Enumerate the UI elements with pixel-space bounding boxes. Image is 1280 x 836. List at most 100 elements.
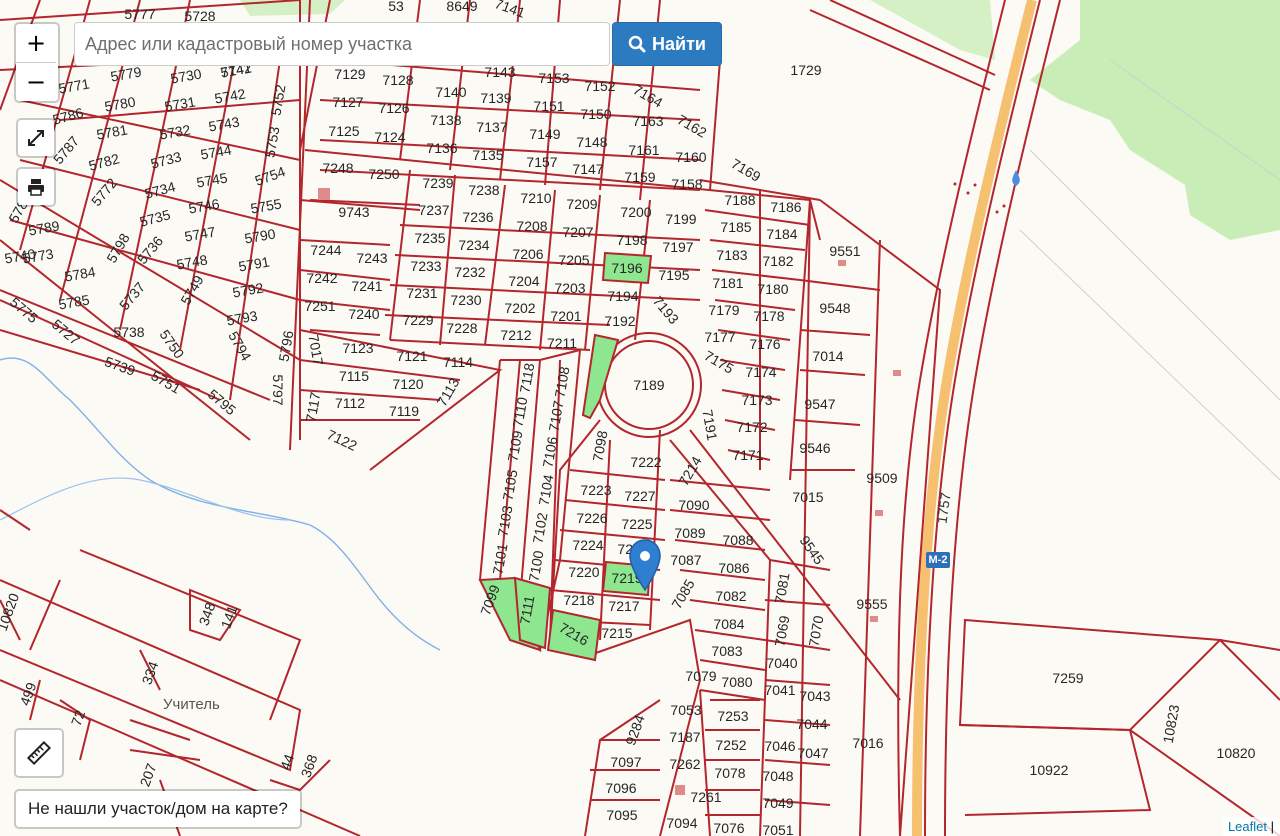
plot-label[interactable]: 5728 [184,9,215,23]
plot-label[interactable]: 7148 [576,135,607,149]
plot-label[interactable]: 7171 [732,448,763,462]
plot-label[interactable]: 7076 [713,821,744,835]
plot-label[interactable]: 7051 [762,823,793,836]
plot-label[interactable]: 7140 [435,85,466,99]
plot-label[interactable]: 7252 [715,738,746,752]
cadastral-map[interactable]: 5777 5728 5771 5779 5730 5741 5786 5780 5731 5742… [0,0,1280,836]
plot-label[interactable]: 7251 [304,299,335,313]
plot-label[interactable]: 7161 [628,143,659,157]
not-found-button[interactable]: Не нашли участок/дом на карте? [14,789,302,829]
plot-label[interactable]: 7139 [480,91,511,105]
plot-label[interactable]: 7178 [753,309,784,323]
plot-label[interactable]: 7087 [670,553,701,567]
plot-label[interactable]: 7084 [713,617,744,631]
plot-label[interactable]: 7232 [454,265,485,279]
plot-label[interactable]: 7083 [711,644,742,658]
plot-label[interactable]: 7204 [508,274,539,288]
plot-label[interactable]: 9509 [866,471,897,485]
plot-label[interactable]: 7188 [724,193,755,207]
plot-label[interactable]: 7215 [601,626,632,640]
plot-label[interactable]: 7043 [799,689,830,703]
plot-label[interactable]: 7159 [624,170,655,184]
plot-label[interactable]: 7206 [512,247,543,261]
plot-label[interactable]: 7112 [335,396,365,410]
plot-label[interactable]: 8649 [446,0,477,13]
plot-label[interactable]: 7044 [796,717,827,731]
plot-label[interactable]: 7195 [658,268,689,282]
plot-label[interactable]: 7262 [669,757,700,771]
plot-label[interactable]: 7138 [430,113,461,127]
zoom-in-button[interactable]: + [16,24,56,62]
plot-label[interactable]: 7158 [671,177,702,191]
plot-label[interactable]: 10922 [1030,763,1069,777]
location-pin-icon[interactable] [628,538,662,592]
plot-label[interactable]: 7187 [669,730,700,744]
plot-label[interactable]: 7094 [666,816,697,830]
plot-label[interactable]: 7259 [1052,671,1083,685]
plot-label[interactable]: 7041 [764,683,795,697]
plot-label[interactable]: 7250 [368,167,399,181]
plot-label[interactable]: 7209 [566,197,597,211]
plot-label[interactable]: 7207 [562,225,593,239]
plot-label[interactable]: 7228 [446,321,477,335]
plot-label[interactable]: 7237 [418,203,449,217]
plot-label[interactable]: 7088 [722,533,753,547]
plot-label[interactable]: 7222 [630,455,661,469]
plot-label[interactable]: 7053 [670,703,701,717]
plot-label[interactable]: 7239 [422,176,453,190]
plot-label[interactable]: 7253 [717,709,748,723]
plot-label[interactable]: 7199 [665,212,696,226]
plot-label[interactable]: 7205 [558,253,589,267]
plot-label[interactable]: 7128 [382,73,413,87]
plot-label[interactable]: 7198 [616,233,647,247]
plot-label[interactable]: 7173 [741,393,772,407]
plot-label[interactable]: 7220 [568,565,599,579]
plot-label[interactable]: 5777 [124,7,155,21]
plot-label[interactable]: 7229 [402,313,433,327]
plot-label[interactable]: 7016 [852,736,883,750]
plot-label[interactable]: 7129 [334,67,365,81]
plot-label[interactable]: 7160 [675,150,706,164]
plot-label[interactable]: 7014 [812,349,843,363]
plot-label[interactable]: 7196 [611,261,642,275]
plot-label[interactable]: 7223 [580,483,611,497]
plot-label[interactable]: 7212 [500,328,531,342]
plot-label[interactable]: 7048 [762,769,793,783]
plot-label[interactable]: 7089 [674,526,705,540]
plot-label[interactable]: 7046 [764,739,795,753]
plot-label[interactable]: 7119 [389,404,419,418]
plot-label[interactable]: 7182 [762,254,793,268]
plot-label[interactable]: 7243 [356,251,387,265]
plot-label[interactable]: 9743 [338,205,369,219]
plot-label[interactable]: 7224 [572,538,603,552]
plot-label[interactable]: 7240 [348,307,379,321]
plot-label[interactable]: 7120 [392,377,423,391]
measure-button[interactable] [14,728,64,778]
plot-label[interactable]: 7143 [484,65,515,79]
plot-label[interactable]: 7114 [443,355,473,369]
plot-label[interactable]: 7151 [533,99,564,113]
plot-label[interactable]: 7082 [715,589,746,603]
plot-label[interactable]: 7147 [572,162,603,176]
plot-label[interactable]: 7197 [662,240,693,254]
plot-label[interactable]: 7096 [605,781,636,795]
plot-label[interactable]: 7210 [520,191,551,205]
print-button[interactable] [16,167,56,207]
plot-label[interactable]: 7126 [378,101,409,115]
plot-label[interactable]: 7236 [462,210,493,224]
plot-label[interactable]: 7203 [554,281,585,295]
plot-label[interactable]: 9546 [799,441,830,455]
plot-label[interactable]: 7185 [720,220,751,234]
plot-label[interactable]: 7123 [342,341,373,355]
plot-label[interactable]: 7174 [745,365,776,379]
plot-label[interactable]: 53 [388,0,404,13]
plot-label[interactable]: 7015 [792,490,823,504]
plot-label[interactable]: 7157 [526,155,557,169]
plot-label[interactable]: 7121 [396,349,427,363]
plot-label[interactable]: 7172 [736,420,767,434]
plot-label[interactable]: 7194 [607,289,638,303]
plot-label[interactable]: 1729 [790,63,821,77]
plot-label[interactable]: 7136 [426,141,457,155]
plot-label[interactable]: 7090 [678,498,709,512]
plot-label[interactable]: 7234 [458,238,489,252]
